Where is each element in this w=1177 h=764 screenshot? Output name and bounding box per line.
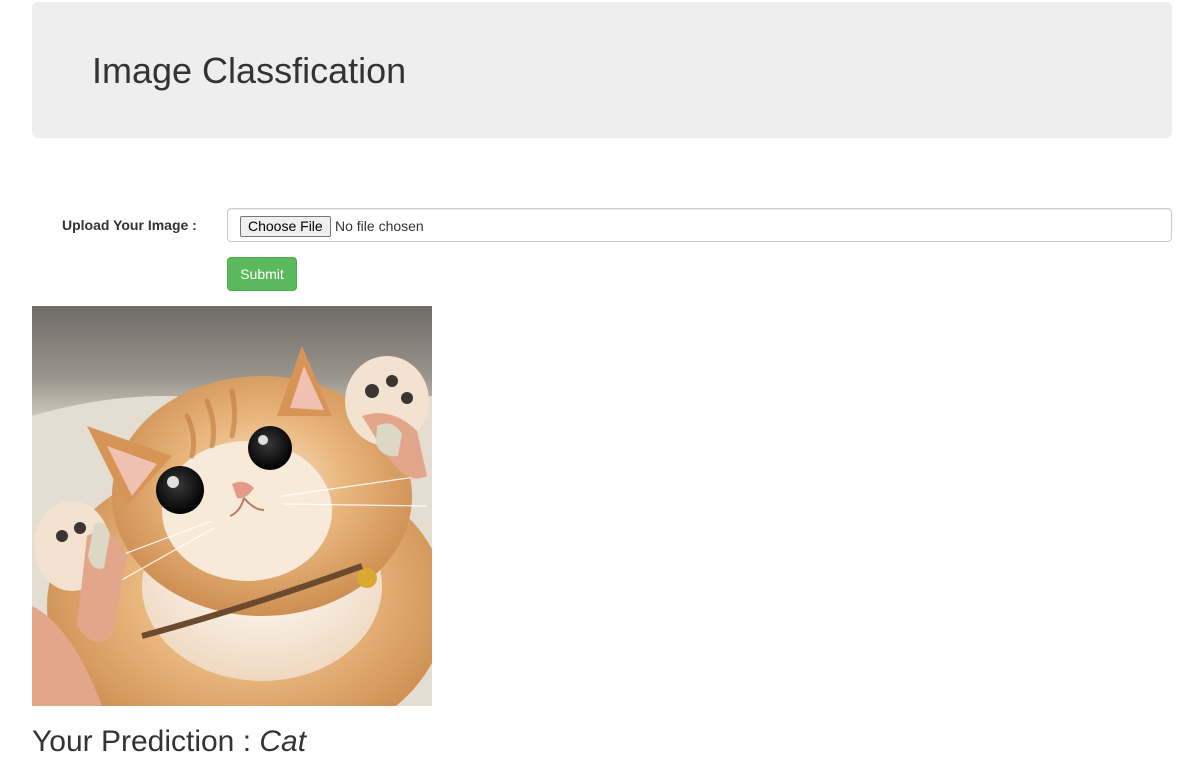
header-banner: Image Classfication (32, 2, 1172, 138)
cat-photo (32, 306, 432, 706)
prediction-label: Cat (259, 725, 307, 758)
file-input[interactable]: Choose File No file chosen (227, 208, 1172, 242)
page: Image Classfication Upload Your Image : … (0, 0, 1177, 764)
prediction-prefix: Your Prediction : (32, 725, 260, 758)
submit-button[interactable]: Submit (227, 257, 297, 291)
upload-label: Upload Your Image : (62, 217, 197, 233)
file-status-text: No file chosen (335, 218, 424, 234)
choose-file-button[interactable]: Choose File (240, 216, 331, 237)
uploaded-image-preview (32, 306, 432, 706)
page-title: Image Classfication (92, 50, 407, 91)
prediction-result: Your Prediction : Cat (32, 722, 306, 762)
